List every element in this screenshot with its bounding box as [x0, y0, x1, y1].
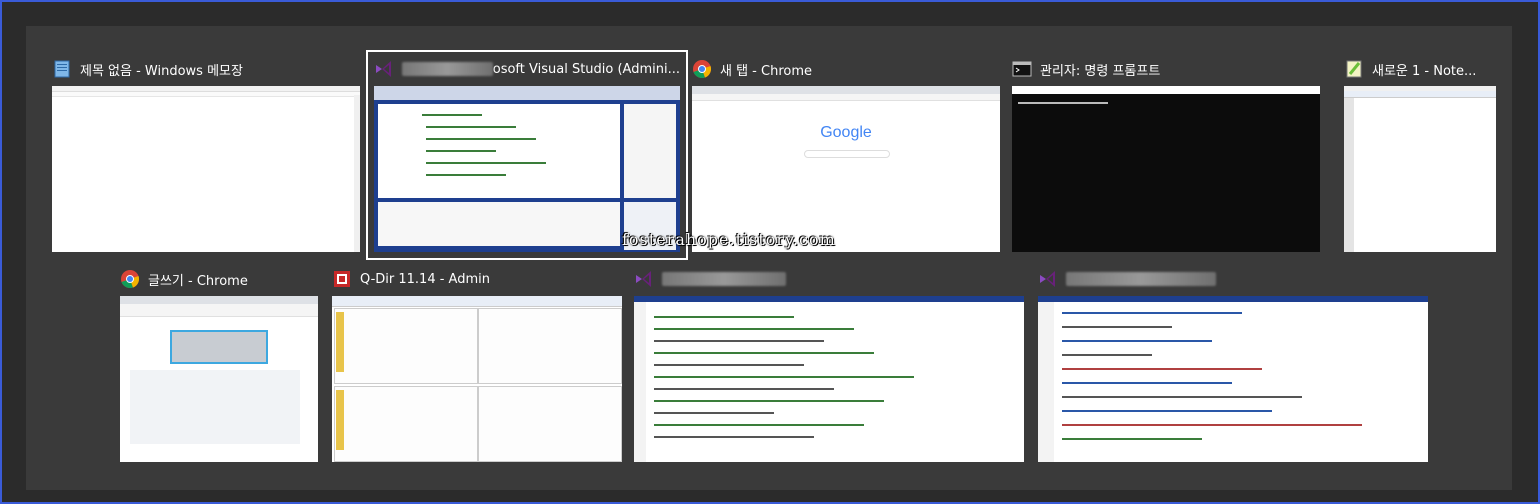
window-tile-notepad[interactable]: 제목 없음 - Windows 메모장 — [52, 56, 364, 252]
redacted-title — [1066, 272, 1216, 286]
task-switcher-frame: 제목 없음 - Windows 메모장 osoft Visual Studio … — [0, 0, 1540, 504]
redacted-title — [662, 272, 786, 286]
google-logo: Google — [820, 124, 872, 141]
window-thumbnail — [332, 296, 622, 462]
command-prompt-icon — [1012, 59, 1032, 79]
task-switcher-panel: 제목 없음 - Windows 메모장 osoft Visual Studio … — [26, 26, 1512, 490]
window-tile-visual-studio[interactable]: osoft Visual Studio (Admini... — [366, 50, 688, 260]
window-thumbnail — [1344, 86, 1496, 252]
window-title: Q-Dir 11.14 - Admin — [360, 271, 490, 287]
window-tile-q-dir[interactable]: Q-Dir 11.14 - Admin — [332, 266, 626, 462]
window-title: 관리자: 명령 프롬프트 — [1040, 63, 1161, 79]
window-thumbnail — [1012, 86, 1320, 252]
window-thumbnail — [120, 296, 318, 462]
notepad-plus-plus-icon — [1344, 59, 1364, 79]
window-thumbnail — [634, 296, 1024, 462]
window-title: 글쓰기 - Chrome — [148, 273, 248, 289]
window-title: osoft Visual Studio (Admini... — [492, 61, 680, 77]
window-tile-command-prompt[interactable]: 관리자: 명령 프롬프트 — [1012, 56, 1324, 252]
redacted-title — [402, 62, 493, 76]
visual-studio-icon — [1038, 269, 1058, 289]
visual-studio-icon — [374, 59, 394, 79]
chrome-icon — [692, 59, 712, 79]
window-thumbnail — [52, 86, 360, 252]
watermark: fosterahope.tistory.com — [622, 230, 836, 249]
window-thumbnail: Google — [692, 86, 1000, 252]
window-tile-notepad-plus-plus[interactable]: 새로운 1 - Note... — [1344, 56, 1500, 252]
visual-studio-icon — [634, 269, 654, 289]
window-tile-visual-studio-2[interactable] — [634, 266, 1026, 462]
window-tile-chrome-write[interactable]: 글쓰기 - Chrome — [120, 266, 320, 462]
window-tile-chrome-new-tab[interactable]: 새 탭 - Chrome Google — [692, 56, 1004, 252]
window-title: 새로운 1 - Note... — [1372, 63, 1477, 79]
window-thumbnail — [374, 86, 680, 252]
window-title: 제목 없음 - Windows 메모장 — [80, 63, 243, 79]
notepad-icon — [52, 59, 72, 79]
window-thumbnail — [1038, 296, 1428, 462]
window-tile-visual-studio-3[interactable] — [1038, 266, 1430, 462]
search-box — [804, 150, 890, 158]
q-dir-icon — [332, 269, 352, 289]
chrome-icon — [120, 269, 140, 289]
window-title: 새 탭 - Chrome — [720, 63, 812, 79]
